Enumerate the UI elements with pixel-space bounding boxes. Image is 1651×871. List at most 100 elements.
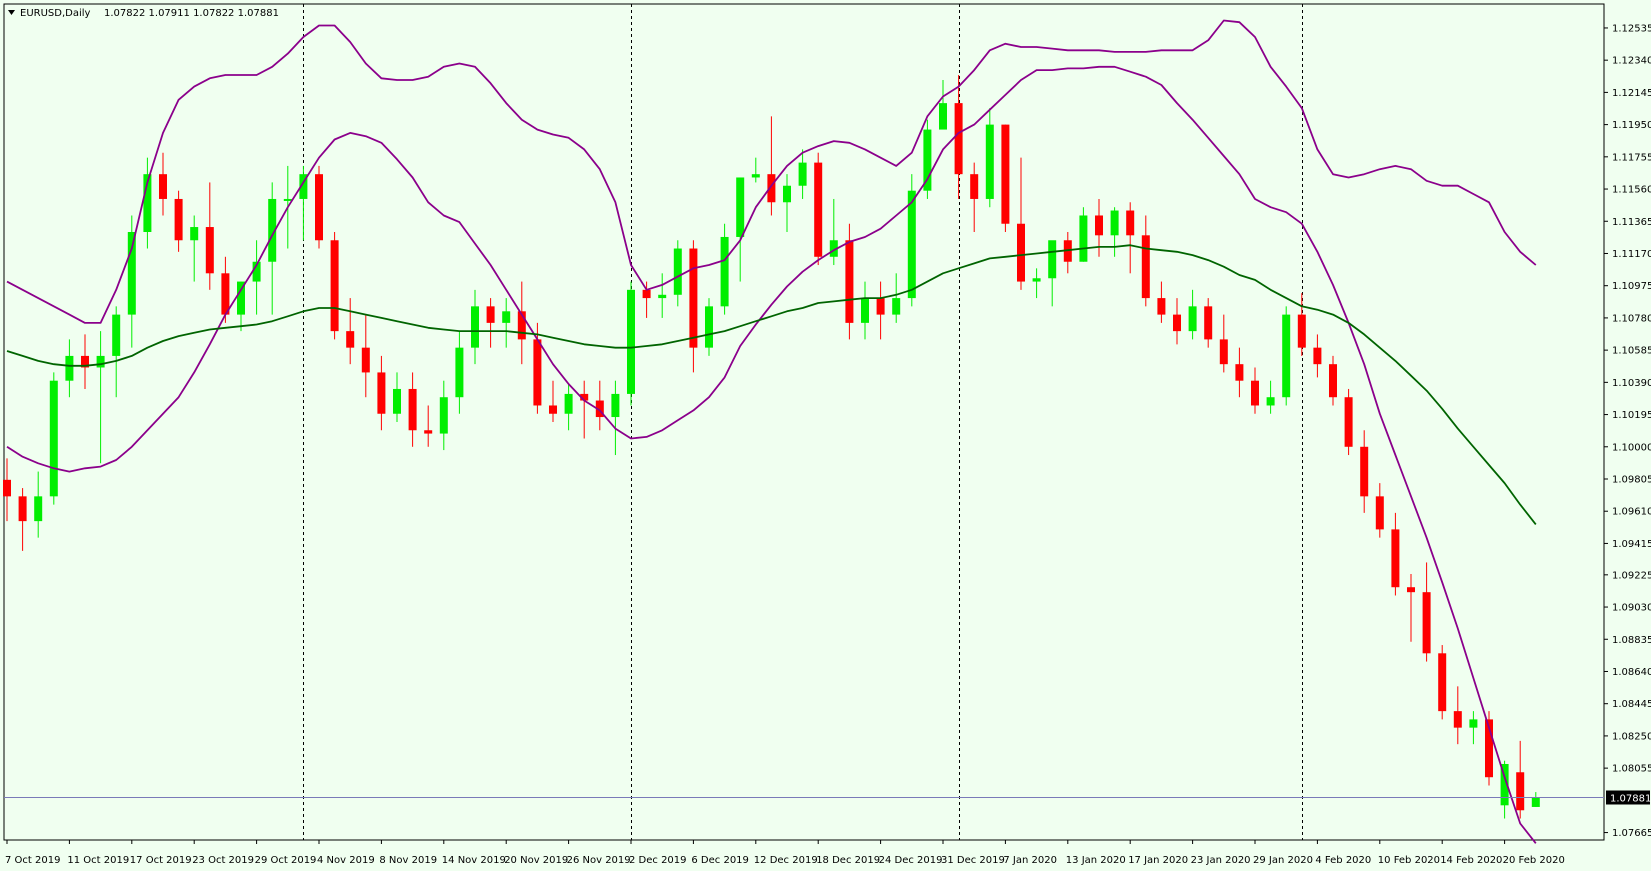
candle-body [361,347,370,373]
candle-body [1157,298,1166,315]
chart-header: EURUSD,Daily 1.07822 1.07911 1.07822 1.0… [8,8,279,19]
candle-body [18,496,27,522]
candle-body [673,248,682,295]
x-tick-label: 14 Nov 2019 [442,855,506,866]
chart-window[interactable]: 1.12535 1.12340 1.12145 1.11950 1.11755 1.115… [0,0,1651,871]
candle-body [1422,592,1431,654]
candle-body [1204,306,1213,340]
time-axis[interactable]: 7 Oct 2019 11 Oct 2019 17 Oct 2019 23 Oct 2… [5,840,1565,866]
candle-body [439,397,448,434]
candle-body [985,124,994,199]
candle-body [954,103,963,175]
y-tick-label: 1.10780 [1612,313,1651,324]
y-tick-label: 1.08055 [1612,764,1651,775]
candle-body [1173,314,1181,332]
candle-body [892,298,901,315]
x-tick-label: 29 Oct 2019 [255,855,317,866]
y-tick-label: 1.09415 [1612,539,1651,550]
x-tick-label: 26 Nov 2019 [567,855,631,866]
y-tick-label: 1.09030 [1612,603,1651,614]
candle-body [112,314,121,356]
candle-body [611,393,620,418]
candle-body [1141,235,1150,299]
y-tick-label: 1.09225 [1612,570,1651,581]
y-tick-label: 1.10585 [1612,346,1651,357]
x-tick-label: 20 Nov 2019 [504,855,568,866]
candle-body [1017,223,1025,282]
y-tick-label: 1.11755 [1612,152,1651,163]
candle-body [1297,314,1306,348]
candle-body [486,306,495,323]
y-tick-label: 1.10390 [1612,378,1651,389]
y-tick-label: 1.11170 [1612,249,1651,260]
x-tick-label: 13 Jan 2020 [1066,855,1126,866]
candle-body [1126,210,1135,236]
candle-body [533,339,542,406]
x-tick-label: 14 Feb 2020 [1440,855,1502,866]
candle-body [330,240,339,332]
candle-body [861,298,869,323]
y-tick-label: 1.11950 [1612,120,1651,131]
candle-body [798,162,807,186]
y-tick-label: 1.10195 [1612,410,1651,421]
price-chart[interactable]: 1.12535 1.12340 1.12145 1.11950 1.11755 1.115… [0,0,1651,871]
candle-body [658,294,667,299]
candle-body [1282,314,1291,398]
y-tick-label: 1.09805 [1612,475,1651,486]
candle-body [174,198,183,241]
candle-body [1344,397,1353,447]
candle-body [1391,529,1400,588]
candle-body [455,347,464,398]
candle-body [1079,215,1088,262]
x-tick-label: 23 Jan 2020 [1191,855,1251,866]
y-tick-label: 1.12535 [1612,23,1651,34]
x-tick-label: 11 Oct 2019 [67,855,129,866]
candle-body [1032,278,1041,282]
y-tick-label: 1.07665 [1612,828,1651,839]
y-tick-label: 1.11560 [1612,185,1651,196]
x-tick-label: 17 Oct 2019 [130,855,192,866]
candle-body [1095,215,1103,236]
x-tick-label: 24 Dec 2019 [879,855,943,866]
candle-body [689,248,698,348]
candle-body [3,479,11,497]
candle-body [1360,446,1369,497]
candle-body [1235,364,1244,381]
candle-body [720,236,729,307]
candle-body [1001,124,1010,224]
x-tick-label: 20 Feb 2020 [1503,855,1565,866]
plot-area[interactable] [3,3,1605,841]
candle-body [549,405,557,414]
candle-body [939,103,947,130]
candle-body [845,240,854,323]
candle-body [1453,711,1462,728]
candle-body [346,331,355,348]
candle-body [642,289,651,299]
candle-body [283,198,292,201]
candle-body [65,355,74,381]
candle-body [424,430,433,434]
price-axis[interactable]: 1.12535 1.12340 1.12145 1.11950 1.11755 1.115… [1604,23,1651,839]
candle-body [907,190,916,299]
current-price-label: 1.07881 [1610,794,1651,805]
candle-body [1266,397,1275,406]
candle-body [1048,240,1057,279]
x-tick-label: 10 Feb 2020 [1378,855,1440,866]
x-tick-label: 31 Dec 2019 [941,855,1005,866]
candle-body [783,185,791,203]
x-tick-label: 29 Jan 2020 [1253,855,1313,866]
candle-body [159,174,167,199]
candle-body [1251,380,1259,406]
x-tick-label: 17 Jan 2020 [1128,855,1188,866]
candle-body [34,496,43,522]
x-tick-label: 4 Feb 2020 [1315,855,1371,866]
x-tick-label: 6 Dec 2019 [691,855,749,866]
candle-body [1516,772,1525,811]
candle-body [502,311,511,323]
candle-body [221,273,230,315]
candle-body [393,388,401,414]
y-tick-label: 1.08445 [1612,699,1651,710]
y-tick-label: 1.12145 [1612,88,1651,99]
y-tick-label: 1.08640 [1612,667,1651,678]
x-tick-label: 12 Dec 2019 [754,855,818,866]
